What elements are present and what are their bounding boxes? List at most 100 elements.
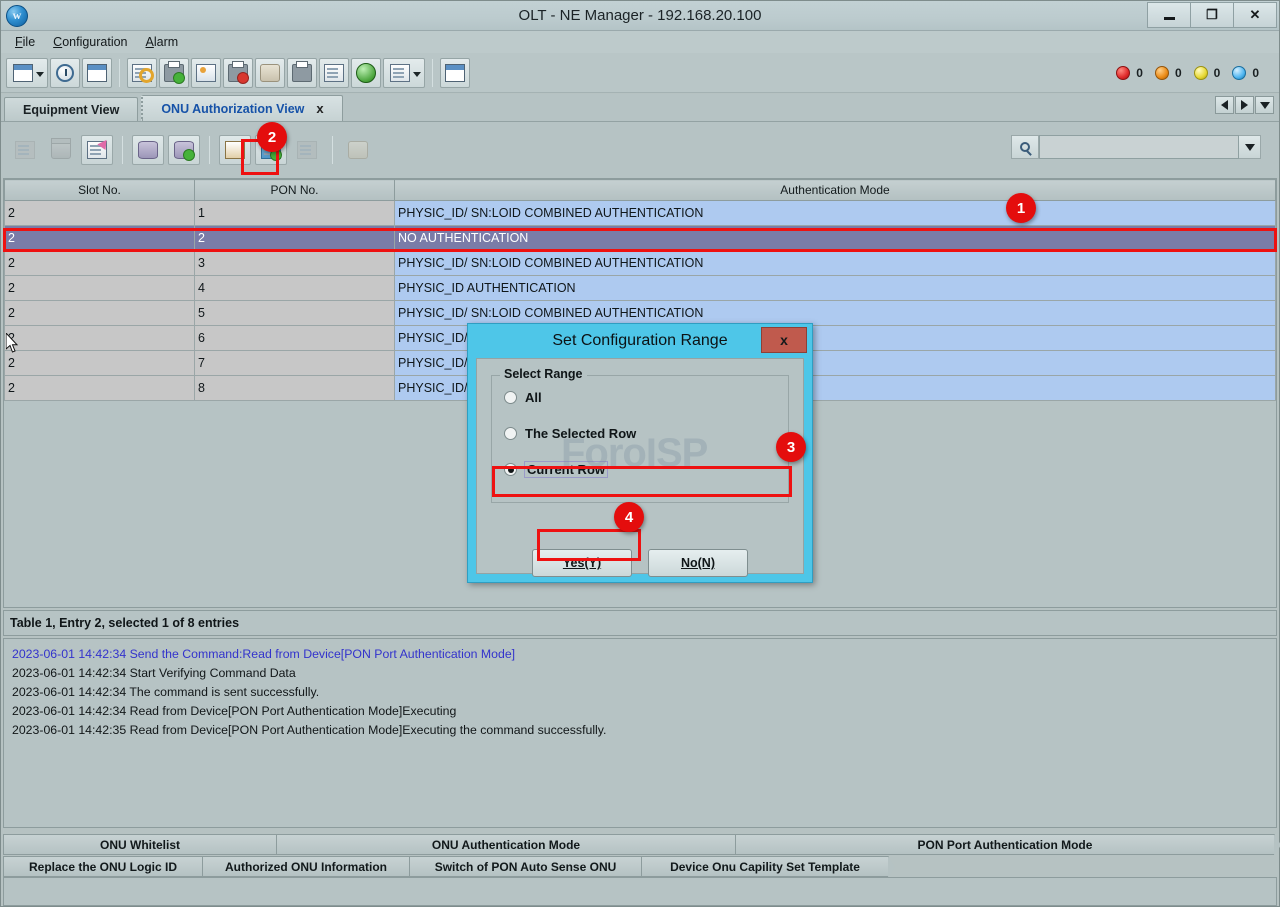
read-table-button[interactable] [132,135,164,165]
cell-auth: PHYSIC_ID/ SN:LOID COMBINED AUTHENTICATI… [395,251,1276,276]
cell-auth: NO AUTHENTICATION [395,226,1276,251]
menu-item-alarm[interactable]: Alarm [138,33,187,51]
tab-prev-button[interactable] [1215,96,1234,114]
bottom-tab-device-onu-capility-set-template[interactable]: Device Onu Capility Set Template [641,856,889,877]
callout-2-number: 2 [268,129,276,146]
edit-entry-button[interactable] [81,135,113,165]
radio-option-all[interactable]: All [504,390,542,405]
onu-panel-button[interactable] [82,58,112,88]
column-header-slot-no[interactable]: Slot No. [5,180,195,201]
table-toolbar-separator-2 [209,136,210,164]
new-entry-button[interactable] [9,135,41,165]
network-topology-button[interactable] [191,58,221,88]
clear-table-button[interactable] [342,135,374,165]
read-from-device-button[interactable] [219,135,251,165]
alarm-dot-critical[interactable] [1116,66,1130,80]
radio-current-row-icon[interactable] [504,463,517,476]
bottom-tab-switch-of-pon-auto-sense-onu-label: Switch of PON Auto Sense ONU [435,860,617,874]
tab-list-button[interactable] [1255,96,1274,114]
report-button[interactable] [383,58,425,88]
menu-item-configuration[interactable]: Configuration [45,33,135,51]
ne-properties-button[interactable] [6,58,48,88]
dialog-yes-label: Yes(Y) [563,556,601,570]
bottom-tab-pon-port-authentication-mode-label: PON Port Authentication Mode [918,838,1093,852]
server-icon [292,64,312,82]
alarm-dot-major[interactable] [1155,66,1169,80]
log-window-button[interactable] [440,58,470,88]
set-configuration-range-dialog: Set Configuration Range x Select Range A… [467,323,813,583]
bottom-tab-pon-port-authentication-mode[interactable]: PON Port Authentication Mode [735,834,1275,855]
bottom-tab-onu-whitelist-label: ONU Whitelist [100,838,180,852]
cell-auth: PHYSIC_ID/ SN:LOID COMBINED AUTHENTICATI… [395,301,1276,326]
bottom-tab-switch-of-pon-auto-sense-onu[interactable]: Switch of PON Auto Sense ONU [409,856,642,877]
log-line: 2023-06-01 14:42:34 The command is sent … [12,683,1268,702]
time-sync-button[interactable] [50,58,80,88]
radio-the-selected-row-icon[interactable] [504,427,517,440]
server-button[interactable] [287,58,317,88]
title-bar: OLT - NE Manager - 192.168.20.100 ❐ ✕ [1,1,1279,31]
toolbar-group-2 [126,58,426,88]
minimize-button[interactable] [1147,2,1191,28]
tab-close-icon[interactable]: x [316,101,323,116]
alarm-count-major: 0 [1175,66,1182,80]
radio-current-row-label: Current Row [525,462,607,477]
table-row[interactable]: 2 2 NO AUTHENTICATION [5,226,1276,251]
dialog-no-button[interactable]: No(N) [648,549,748,577]
menu-file-rest: ile [23,35,36,49]
column-header-authentication-mode[interactable]: Authentication Mode [395,180,1276,201]
menu-bar: File Configuration Alarm [1,31,1279,53]
bottom-tab-replace-the-onu-logic-id[interactable]: Replace the ONU Logic ID [3,856,203,877]
table-row[interactable]: 2 1 PHYSIC_ID/ SN:LOID COMBINED AUTHENTI… [5,201,1276,226]
alarm-dot-minor[interactable] [1194,66,1208,80]
toolbar-separator-2 [432,59,433,87]
table-row[interactable]: 2 5 PHYSIC_ID/ SN:LOID COMBINED AUTHENTI… [5,301,1276,326]
cancel-operation-button[interactable] [291,135,323,165]
bottom-tab-onu-whitelist[interactable]: ONU Whitelist [3,834,277,855]
maximize-restore-button[interactable]: ❐ [1190,2,1234,28]
radio-all-icon[interactable] [504,391,517,404]
device-config-button[interactable] [255,58,285,88]
table-row[interactable]: 2 3 PHYSIC_ID/ SN:LOID COMBINED AUTHENTI… [5,251,1276,276]
tab-onu-authorization-view-label: ONU Authorization View [161,102,304,116]
tab-next-button[interactable] [1235,96,1254,114]
delete-entry-button[interactable] [45,135,77,165]
global-network-button[interactable] [351,58,381,88]
alarm-dot-warning[interactable] [1232,66,1246,80]
search-button[interactable] [1011,135,1039,159]
bottom-tab-onu-authentication-mode[interactable]: ONU Authentication Mode [276,834,736,855]
radio-option-current-row[interactable]: Current Row [504,462,607,477]
tab-equipment-view[interactable]: Equipment View [4,97,138,121]
cell-slot: 2 [5,376,195,401]
edit-pencil-icon [87,141,107,159]
window-title: OLT - NE Manager - 192.168.20.100 [1,7,1279,24]
status-text: Table 1, Entry 2, selected 1 of 8 entrie… [10,616,239,630]
search-input[interactable] [1039,135,1239,159]
column-header-pon-no[interactable]: PON No. [195,180,395,201]
bottom-tab-authorized-onu-information[interactable]: Authorized ONU Information [202,856,410,877]
callout-2: 2 [257,122,287,152]
search-dropdown-button[interactable] [1239,135,1261,159]
add-device-button[interactable] [159,58,189,88]
dialog-body: Select Range All The Selected Row Curren… [476,358,804,574]
save-to-database-button[interactable] [168,135,200,165]
tab-equipment-view-label: Equipment View [23,103,119,117]
user-manager-button[interactable] [319,58,349,88]
bottom-tab-device-onu-capility-set-template-label: Device Onu Capility Set Template [670,860,860,874]
dialog-close-button[interactable]: x [761,327,807,353]
authorization-button[interactable] [127,58,157,88]
dialog-no-label: No(N) [681,556,715,570]
dialog-yes-button[interactable]: Yes(Y) [532,549,632,577]
cell-auth: PHYSIC_ID/ SN:LOID COMBINED AUTHENTICATI… [395,201,1276,226]
table-row[interactable]: 2 4 PHYSIC_ID AUTHENTICATION [5,276,1276,301]
menu-item-file[interactable]: File [7,33,43,51]
cell-slot: 2 [5,251,195,276]
database-down-icon [174,141,194,159]
tab-onu-authorization-view[interactable]: ONU Authorization View x [141,95,342,121]
delete-device-button[interactable] [223,58,253,88]
globe-icon [356,63,376,83]
close-button[interactable]: ✕ [1233,2,1277,28]
cell-pon: 8 [195,376,395,401]
main-toolbar: 0 0 0 0 [1,53,1279,93]
callout-4: 4 [614,502,644,532]
radio-option-the-selected-row[interactable]: The Selected Row [504,426,636,441]
